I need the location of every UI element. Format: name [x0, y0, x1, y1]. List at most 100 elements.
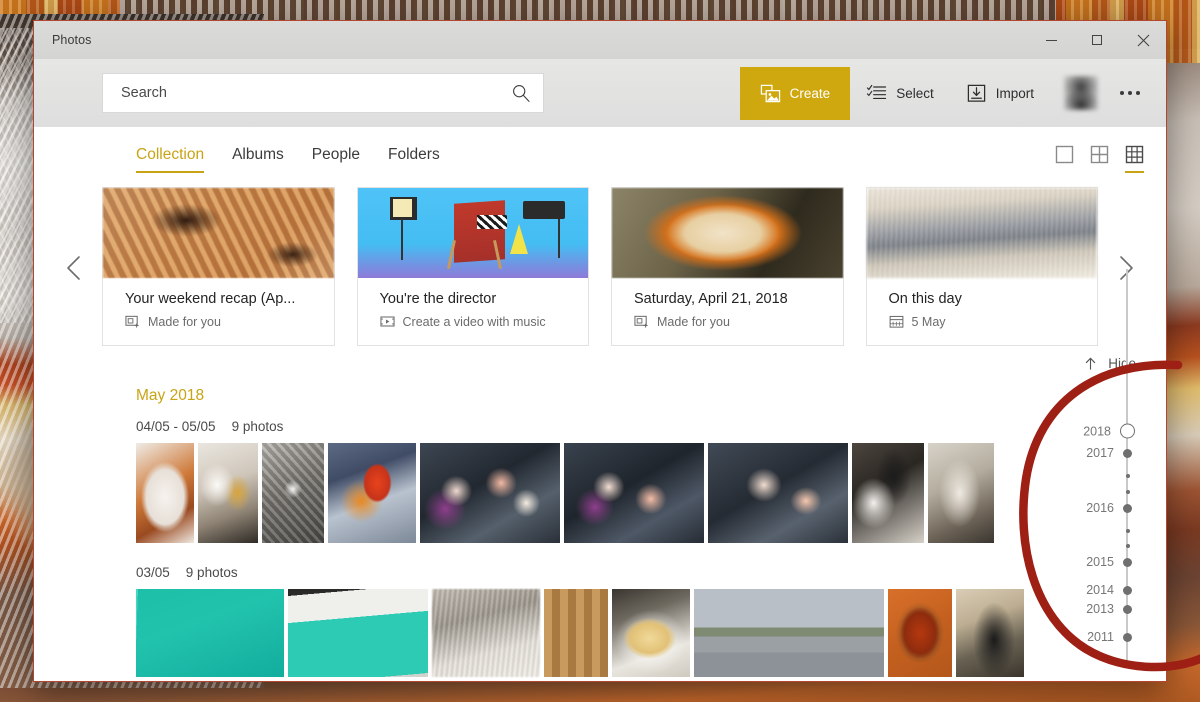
single-square-icon — [1055, 145, 1074, 164]
memory-card[interactable]: Saturday, April 21, 2018 Made for you — [611, 187, 844, 346]
photo-thumbnail[interactable] — [852, 443, 924, 543]
create-label: Create — [789, 85, 831, 101]
import-icon — [967, 84, 985, 102]
memory-card[interactable]: You're the director Create a video with … — [356, 187, 589, 346]
timeline-year-label: 2013 — [1086, 602, 1114, 616]
card-subtitle: 5 May — [911, 314, 946, 329]
photo-thumbnail[interactable] — [564, 443, 704, 543]
timeline-tick[interactable] — [1066, 490, 1152, 494]
card-subtitle: Create a video with music — [402, 314, 546, 329]
tab-collection[interactable]: Collection — [136, 146, 205, 173]
account-avatar[interactable] — [1064, 76, 1098, 110]
timeline-dot — [1125, 490, 1130, 494]
carousel-cards: Your weekend recap (Ap... Made for you Y… — [34, 187, 1166, 346]
search-box[interactable] — [102, 73, 544, 113]
content-area: Your weekend recap (Ap... Made for you Y… — [34, 173, 1166, 681]
select-icon — [867, 84, 887, 99]
thumb-light-panel — [393, 198, 412, 217]
memory-card[interactable]: On this day 5 May — [865, 187, 1098, 346]
card-subtitle: Made for you — [148, 314, 221, 329]
window-controls — [1028, 21, 1166, 59]
timeline-year-2013[interactable]: 2013 — [1066, 602, 1152, 616]
photo-thumbnail[interactable] — [198, 443, 258, 543]
calendar-icon — [889, 315, 903, 328]
timeline-year-2015[interactable]: 2015 — [1066, 555, 1152, 569]
photo-thumbnail[interactable] — [432, 589, 540, 677]
hide-row: Hide — [34, 346, 1166, 375]
timeline-tick[interactable] — [1066, 529, 1152, 533]
photo-thumbnail[interactable] — [612, 589, 690, 677]
card-thumbnail — [103, 188, 334, 278]
timeline-year-label: 2015 — [1086, 555, 1114, 569]
timeline-year-2014[interactable]: 2014 — [1066, 583, 1152, 597]
month-header: May 2018 — [136, 387, 205, 404]
card-subtitle-row: 5 May — [889, 314, 1080, 329]
timeline-tick[interactable] — [1066, 474, 1152, 478]
timeline-year-2017[interactable]: 2017 — [1066, 446, 1152, 460]
timeline-current-year[interactable]: 2018 — [1066, 423, 1152, 439]
card-body: You're the director Create a video with … — [358, 278, 589, 345]
timeline-dot — [1123, 585, 1132, 595]
timeline-year-label: 2011 — [1087, 630, 1114, 644]
minimize-button[interactable] — [1028, 21, 1074, 59]
photo-thumbnail[interactable] — [262, 443, 324, 543]
timeline-scrollbar[interactable]: 2018 2017 2016 2015 2014 2013 2011 — [1066, 173, 1152, 681]
select-button[interactable]: Select — [850, 67, 950, 120]
card-title: Saturday, April 21, 2018 — [634, 291, 788, 307]
photo-thumbnail[interactable] — [888, 589, 952, 677]
timeline-tick[interactable] — [1066, 544, 1152, 548]
card-subtitle-row: Create a video with music — [379, 314, 571, 329]
day-header: 04/05 - 05/05 9 photos — [34, 419, 1166, 434]
video-card-icon — [125, 315, 139, 328]
view-mode-single[interactable] — [1055, 145, 1074, 173]
import-button[interactable]: Import — [950, 67, 1050, 120]
photo-thumbnail[interactable] — [544, 589, 608, 677]
close-icon — [1137, 34, 1149, 46]
create-icon — [760, 84, 780, 102]
timeline-year-2011[interactable]: 2011 — [1066, 630, 1152, 644]
search-icon[interactable] — [511, 83, 531, 103]
photo-sections: May 2018 04/05 - 05/05 9 photos 03/05 9 … — [34, 375, 1166, 677]
desktop-wallpaper: Photos Search Create Select Import Colle… — [0, 0, 1200, 702]
photo-thumbnail[interactable] — [136, 589, 284, 677]
card-title: On this day — [888, 291, 962, 307]
photo-thumbnail[interactable] — [694, 589, 884, 677]
thumb-camera — [523, 200, 565, 219]
command-bar: Create Select Import — [34, 59, 1166, 127]
photo-thumbnail[interactable] — [928, 443, 994, 543]
memories-carousel: Your weekend recap (Ap... Made for you Y… — [34, 173, 1166, 346]
small-grid-icon — [1125, 145, 1144, 164]
carousel-prev-button[interactable] — [58, 251, 92, 285]
app-title: Photos — [52, 33, 92, 47]
tab-people[interactable]: People — [312, 146, 360, 173]
photo-thumbnail[interactable] — [136, 443, 194, 543]
tab-folders[interactable]: Folders — [388, 146, 440, 173]
timeline-thumb[interactable] — [1120, 423, 1135, 439]
card-thumbnail — [612, 188, 843, 278]
card-subtitle-row: Made for you — [634, 314, 825, 329]
view-mode-small-grid[interactable] — [1125, 145, 1144, 173]
search-input[interactable] — [121, 85, 511, 101]
close-button[interactable] — [1120, 21, 1166, 59]
photo-thumbnail[interactable] — [328, 443, 416, 543]
photo-row — [34, 443, 1166, 543]
maximize-button[interactable] — [1074, 21, 1120, 59]
create-button[interactable]: Create — [739, 66, 851, 120]
photo-thumbnail[interactable] — [708, 443, 848, 543]
maximize-icon — [1092, 35, 1102, 45]
view-mode-medium-grid[interactable] — [1090, 145, 1109, 173]
timeline-year-label: 2016 — [1086, 501, 1114, 515]
more-options-button[interactable] — [1108, 67, 1152, 120]
day-photo-count: 9 photos — [185, 565, 238, 580]
card-title: You're the director — [379, 291, 497, 307]
timeline-year-2016[interactable]: 2016 — [1066, 501, 1152, 515]
timeline-dot — [1123, 448, 1132, 458]
tab-albums[interactable]: Albums — [232, 146, 284, 173]
photo-thumbnail[interactable] — [420, 443, 560, 543]
photo-thumbnail[interactable] — [956, 589, 1024, 677]
card-subtitle-row: Made for you — [125, 314, 316, 329]
thumb-light-stand — [401, 218, 404, 260]
photo-thumbnail[interactable] — [288, 589, 428, 677]
timeline-dot — [1123, 604, 1132, 614]
memory-card[interactable]: Your weekend recap (Ap... Made for you — [102, 187, 335, 346]
